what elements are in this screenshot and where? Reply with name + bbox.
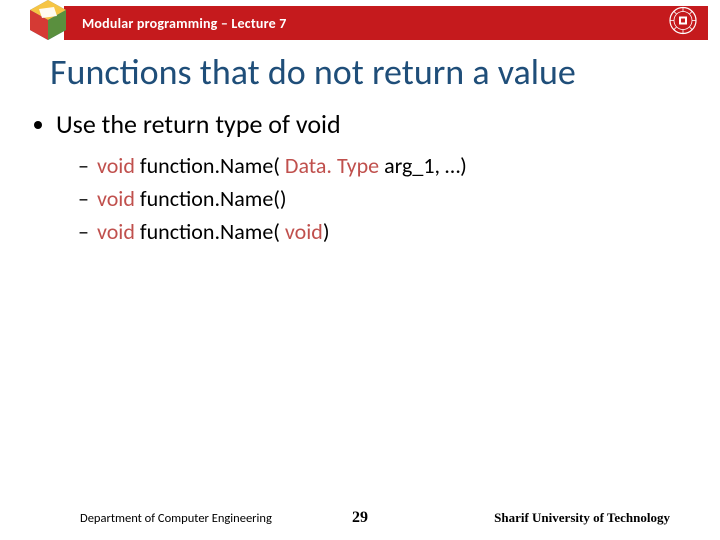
bullet-level2-text: void function.Name( void) [97, 218, 330, 245]
bullet-level2: – void function.Name( Data. Type arg_1, … [78, 152, 690, 179]
footer-university: Sharif University of Technology [494, 510, 670, 526]
bullet-level2: – void function.Name() [78, 185, 690, 212]
header-course-text: Modular programming – Lecture 7 [82, 15, 287, 32]
course-logo-icon [26, 0, 70, 42]
footer-department: Department of Computer Engineering [80, 511, 272, 526]
footer-page-number: 29 [352, 509, 368, 527]
slide: Modular programming – Lecture 7 [0, 0, 720, 540]
slide-body: Use the return type of void – void funct… [34, 108, 690, 251]
header-bar: Modular programming – Lecture 7 [20, 6, 708, 40]
slide-title: Functions that do not return a value [50, 50, 690, 94]
bullet-dot-icon [34, 121, 42, 129]
bullet-level2-text: void function.Name() [97, 185, 287, 212]
bullet-level1-text: Use the return type of void [56, 108, 341, 140]
bullet-level2: – void function.Name( void) [78, 218, 690, 245]
bullet-dash-icon: – [78, 152, 89, 179]
bullet-level1: Use the return type of void [34, 108, 690, 140]
bullet-dash-icon: – [78, 218, 89, 245]
university-seal-icon [668, 6, 698, 41]
bullet-level2-text: void function.Name( Data. Type arg_1, …) [97, 152, 467, 179]
bullet-dash-icon: – [78, 185, 89, 212]
